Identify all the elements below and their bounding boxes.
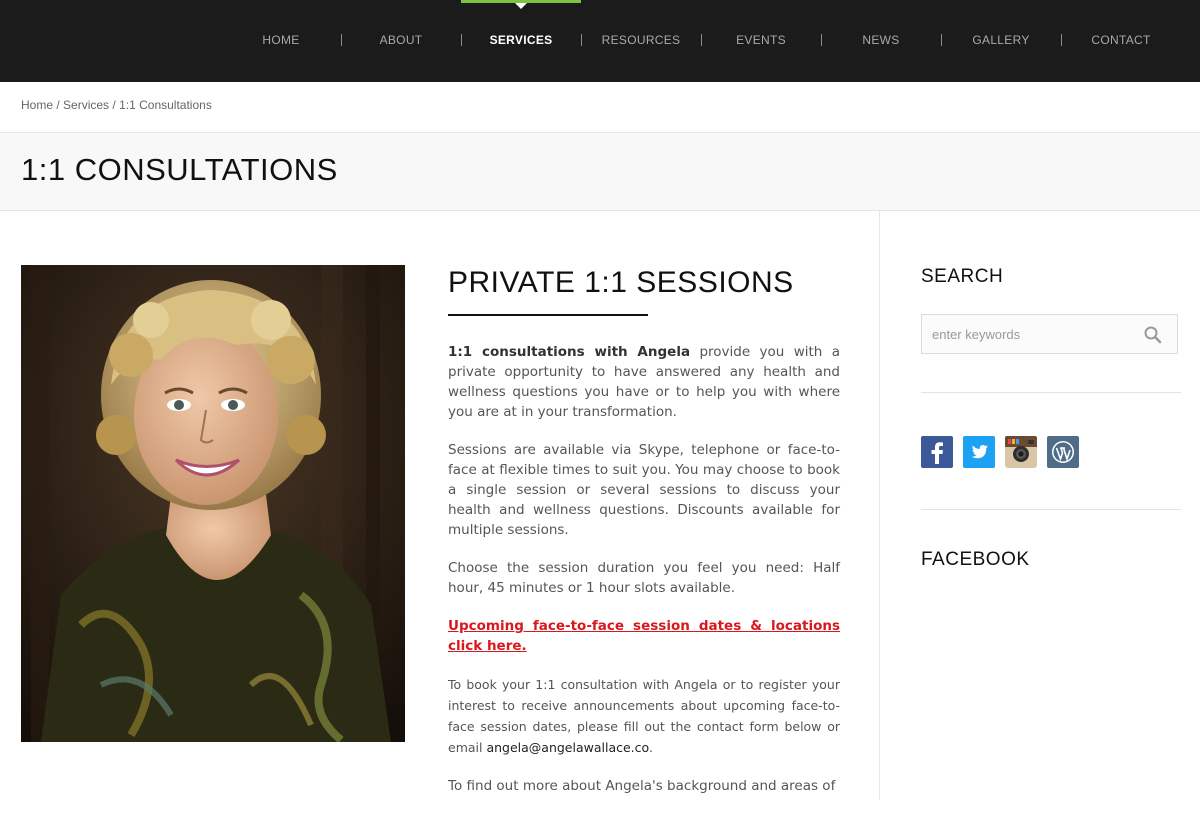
search-heading: SEARCH (921, 266, 1004, 287)
nav-home[interactable]: HOME (221, 0, 341, 82)
top-navigation-bar: HOME ABOUT SERVICES RESOURCES EVENTS NEW… (0, 0, 1200, 82)
page-title: 1:1 CONSULTATIONS (21, 152, 338, 187)
booking-period: . (648, 740, 653, 755)
instagram-icon[interactable] (1005, 436, 1037, 468)
main-content: PRIVATE 1:1 SESSIONS 1:1 consultations w… (448, 265, 840, 814)
search-input[interactable] (932, 324, 1132, 344)
wordpress-icon[interactable] (1047, 436, 1079, 468)
breadcrumb-current: 1:1 Consultations (119, 98, 212, 112)
portrait-photo (21, 265, 405, 742)
sessions-paragraph: Sessions are available via Skype, teleph… (448, 442, 840, 538)
twitter-icon[interactable] (963, 436, 995, 468)
sidebar-divider-line (921, 392, 1181, 393)
breadcrumb-separator: / (56, 98, 60, 112)
breadcrumb-services-link[interactable]: Services (63, 98, 109, 112)
sidebar-divider (879, 210, 880, 800)
breadcrumb-home-link[interactable]: Home (21, 98, 53, 112)
nav-news[interactable]: NEWS (821, 0, 941, 82)
nav-about[interactable]: ABOUT (341, 0, 461, 82)
intro-paragraph: 1:1 consultations with Angela provide yo… (448, 342, 840, 422)
nav-gallery[interactable]: GALLERY (941, 0, 1061, 82)
duration-paragraph: Choose the session duration you feel you… (448, 560, 840, 596)
upcoming-sessions-link[interactable]: Upcoming face-to-face session dates & lo… (448, 616, 840, 656)
intro-bold-text: 1:1 consultations with Angela (448, 344, 691, 360)
portrait-illustration (21, 265, 405, 742)
nav-services[interactable]: SERVICES (461, 0, 581, 82)
facebook-icon[interactable] (921, 436, 953, 468)
nav-resources[interactable]: RESOURCES (581, 0, 701, 82)
sidebar-divider-line (921, 509, 1181, 510)
section-heading: PRIVATE 1:1 SESSIONS (448, 266, 794, 299)
search-icon[interactable] (1143, 325, 1163, 345)
booking-paragraph: To book your 1:1 consultation with Angel… (448, 674, 840, 758)
facebook-heading: FACEBOOK (921, 549, 1030, 570)
background-paragraph: To find out more about Angela's backgrou… (448, 778, 836, 794)
email-link[interactable]: angela@angelawallace.co (486, 740, 649, 755)
heading-underline (448, 314, 648, 316)
search-form (921, 314, 1178, 354)
nav-contact[interactable]: CONTACT (1061, 0, 1181, 82)
breadcrumb: Home / Services / 1:1 Consultations (21, 98, 212, 112)
breadcrumb-separator: / (112, 98, 116, 112)
nav-events[interactable]: EVENTS (701, 0, 821, 82)
